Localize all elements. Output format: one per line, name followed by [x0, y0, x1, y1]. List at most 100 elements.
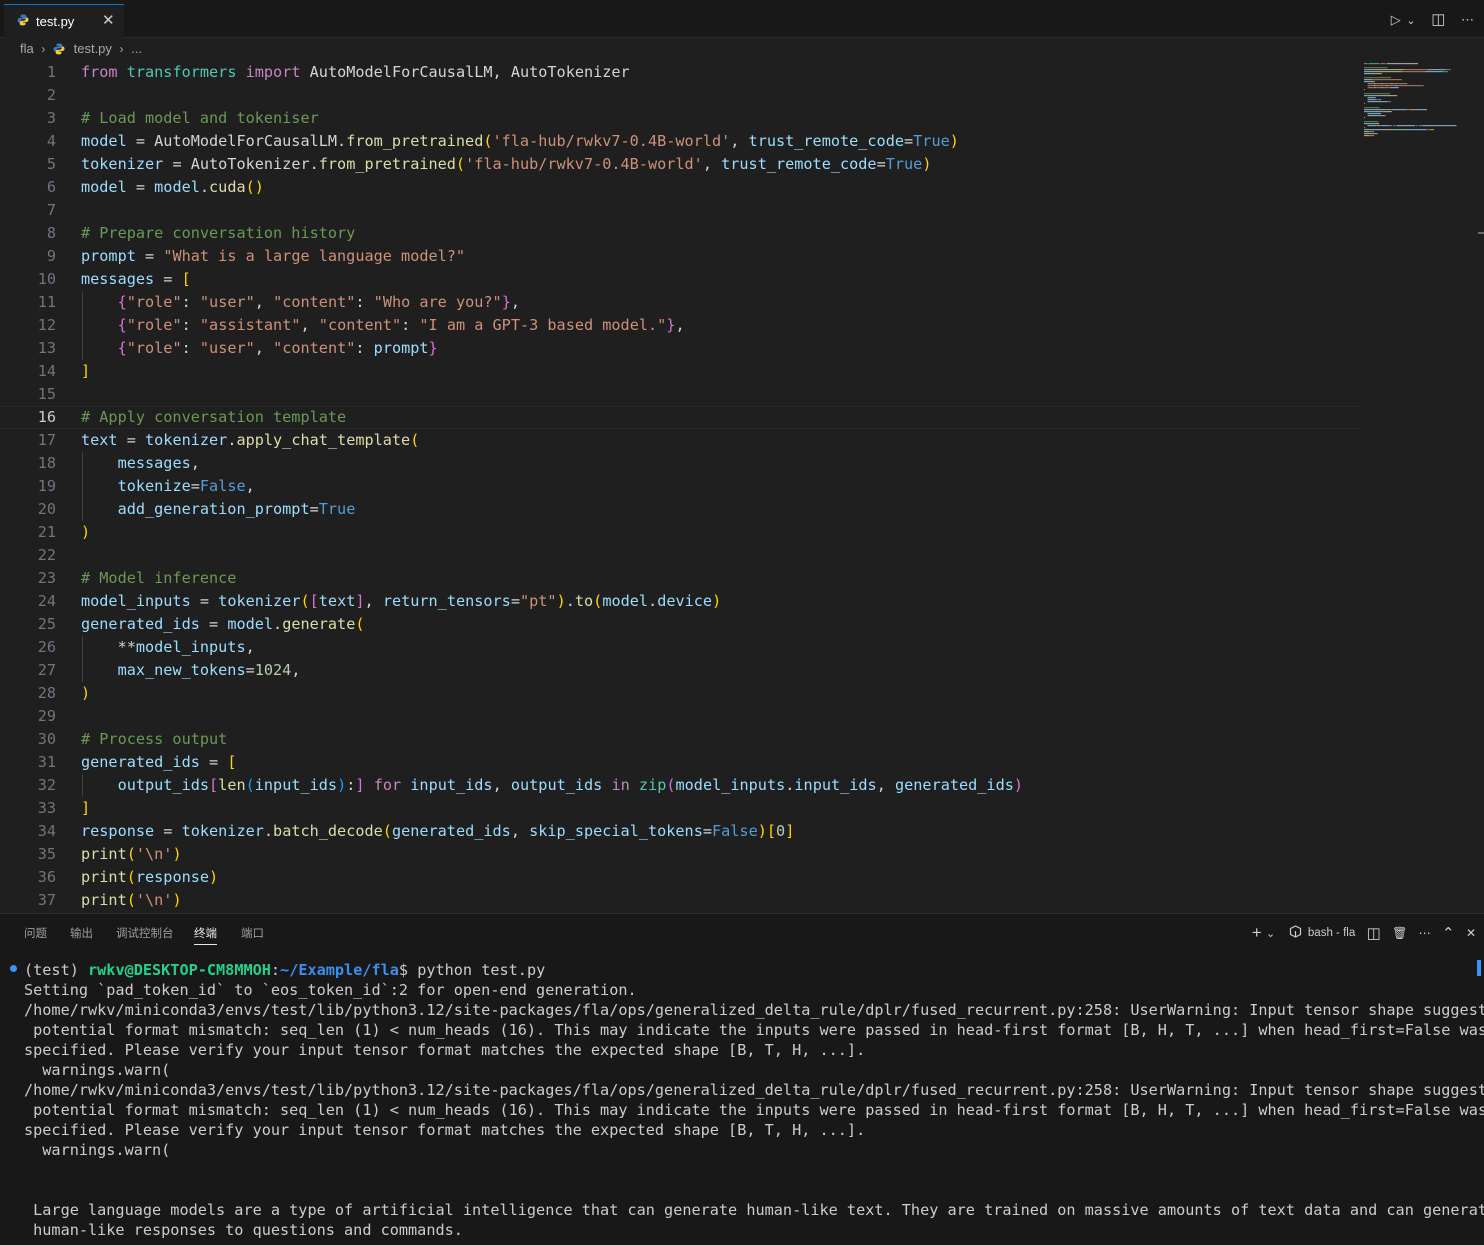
code-line[interactable]: 22	[0, 544, 1360, 567]
minimap-token	[1376, 125, 1378, 127]
code-line[interactable]: 17 text = tokenizer.apply_chat_template(	[0, 429, 1360, 452]
code-token: transformers	[126, 63, 237, 81]
minimap-token	[1414, 109, 1416, 111]
minimap-token	[1378, 123, 1380, 125]
code-token: "user"	[199, 293, 255, 311]
kill-terminal-icon[interactable]: 🗑	[1392, 926, 1407, 940]
minimap-token	[1364, 133, 1369, 135]
code-line[interactable]: 2	[0, 84, 1360, 107]
minimap-token	[1380, 63, 1386, 65]
minimap-token	[1374, 99, 1376, 101]
tab-debug-console[interactable]: 调试控制台	[116, 925, 174, 941]
code-line[interactable]: 25 generated_ids = model.generate(	[0, 613, 1360, 636]
terminal-scrollbar[interactable]	[1477, 960, 1481, 976]
code-token: )	[172, 845, 182, 863]
code-line[interactable]: 32 output_ids[len(input_ids):] for input…	[0, 774, 1360, 797]
maximize-panel-icon[interactable]: ⌃	[1442, 924, 1455, 942]
minimap-token	[1384, 115, 1386, 117]
code-line[interactable]: 29	[0, 705, 1360, 728]
code-line[interactable]: 6 model = model.cuda()	[0, 176, 1360, 199]
code-token: )	[81, 523, 91, 541]
code-line[interactable]: 30 # Process output	[0, 728, 1360, 751]
code-line[interactable]: 8 # Prepare conversation history	[0, 222, 1360, 245]
code-line[interactable]: 7	[0, 199, 1360, 222]
tab-ports[interactable]: 端口	[241, 925, 264, 941]
split-editor-icon[interactable]: ◫	[1431, 10, 1445, 28]
minimap-token	[1425, 71, 1427, 73]
code-text: # Prepare conversation history	[81, 222, 355, 245]
code-line[interactable]: 3 # Load model and tokeniser	[0, 107, 1360, 130]
more-actions-icon[interactable]: ⋯	[1461, 12, 1474, 28]
code-line[interactable]: 23 # Model inference	[0, 567, 1360, 590]
run-file-icon[interactable]: ▷	[1391, 12, 1401, 28]
more-actions-icon[interactable]: ⋯	[1419, 926, 1431, 940]
split-terminal-icon[interactable]: ◫	[1367, 924, 1381, 942]
code-line[interactable]: 37 print('\n')	[0, 889, 1360, 912]
code-line[interactable]: 10 messages = [	[0, 268, 1360, 291]
terminal-shell-label[interactable]: bash - fla	[1308, 927, 1355, 939]
close-tab-icon[interactable]: ✕	[102, 11, 115, 29]
code-token: )	[712, 592, 722, 610]
code-line[interactable]: 12 {"role": "assistant", "content": "I a…	[0, 314, 1360, 337]
code-line[interactable]: 13 {"role": "user", "content": prompt}	[0, 337, 1360, 360]
code-line[interactable]: 5 tokenizer = AutoTokenizer.from_pretrain…	[0, 153, 1360, 176]
code-line[interactable]: 36 print(response)	[0, 866, 1360, 889]
code-line[interactable]: 18 messages,	[0, 452, 1360, 475]
code-token: device	[657, 592, 713, 610]
code-text: tokenize=False,	[81, 475, 255, 498]
run-menu-chevron-icon[interactable]: ⌄	[1406, 14, 1415, 27]
code-line[interactable]: 19 tokenize=False,	[0, 475, 1360, 498]
code-line[interactable]: 34 response = tokenizer.batch_decode(gene…	[0, 820, 1360, 843]
breadcrumb-folder[interactable]: fla	[20, 41, 34, 56]
code-text: text = tokenizer.apply_chat_template(	[81, 429, 419, 452]
tab-problems[interactable]: 问题	[24, 925, 47, 941]
tab-test-py[interactable]: test.py ✕	[4, 4, 124, 38]
code-line[interactable]: 16 # Apply conversation template	[0, 406, 1360, 429]
breadcrumb-file[interactable]: test.py	[74, 41, 112, 56]
code-line[interactable]: 4 model = AutoModelForCausalLM.from_pretr…	[0, 130, 1360, 153]
minimap-token	[1381, 87, 1383, 89]
code-line[interactable]: 11 {"role": "user", "content": "Who are …	[0, 291, 1360, 314]
breadcrumb-more[interactable]: ...	[131, 41, 142, 56]
code-line[interactable]: 14]	[0, 360, 1360, 383]
code-line[interactable]: 20 add_generation_prompt=True	[0, 498, 1360, 521]
code-line[interactable]: 15	[0, 383, 1360, 406]
minimap-token	[1392, 125, 1396, 127]
code-line[interactable]: 33]	[0, 797, 1360, 820]
close-panel-icon[interactable]: ✕	[1466, 926, 1476, 940]
code-token: =	[245, 661, 255, 679]
minimap-token	[1392, 83, 1406, 85]
code-line[interactable]: 1 from transformers import AutoModelForCa…	[0, 61, 1360, 84]
minimap[interactable]	[1362, 61, 1472, 141]
chevron-down-icon[interactable]: ⌄	[1266, 927, 1275, 940]
code-line[interactable]: 35 print('\n')	[0, 843, 1360, 866]
minimap-token	[1382, 87, 1391, 89]
new-terminal-icon[interactable]: +	[1252, 923, 1262, 943]
code-token: )	[337, 776, 347, 794]
code-line[interactable]: 26 **model_inputs,	[0, 636, 1360, 659]
indent-guide	[82, 452, 83, 521]
minimap-token	[1364, 77, 1391, 79]
code-line[interactable]: 31 generated_ids = [	[0, 751, 1360, 774]
code-token: [	[181, 270, 191, 288]
code-token: [	[766, 822, 777, 840]
editor-scrollbar-marker[interactable]	[1478, 232, 1484, 234]
minimap-token	[1407, 109, 1411, 111]
code-token: :	[346, 776, 356, 794]
tab-output[interactable]: 输出	[70, 925, 93, 941]
code-line[interactable]: 28)	[0, 682, 1360, 705]
code-line[interactable]: 27 max_new_tokens=1024,	[0, 659, 1360, 682]
minimap-token	[1426, 129, 1431, 131]
code-line[interactable]: 9 prompt = "What is a large language mode…	[0, 245, 1360, 268]
code-line[interactable]: 21)	[0, 521, 1360, 544]
code-line[interactable]: 24 model_inputs = tokenizer([text], retur…	[0, 590, 1360, 613]
tab-terminal[interactable]: 终端	[194, 925, 217, 945]
minimap-token	[1364, 121, 1379, 123]
code-editor[interactable]: 1 from transformers import AutoModelForCa…	[0, 61, 1484, 913]
code-token: prompt	[373, 339, 429, 357]
code-token: .	[337, 132, 347, 150]
code-token: "content"	[318, 316, 402, 334]
minimap-token	[1375, 123, 1379, 125]
